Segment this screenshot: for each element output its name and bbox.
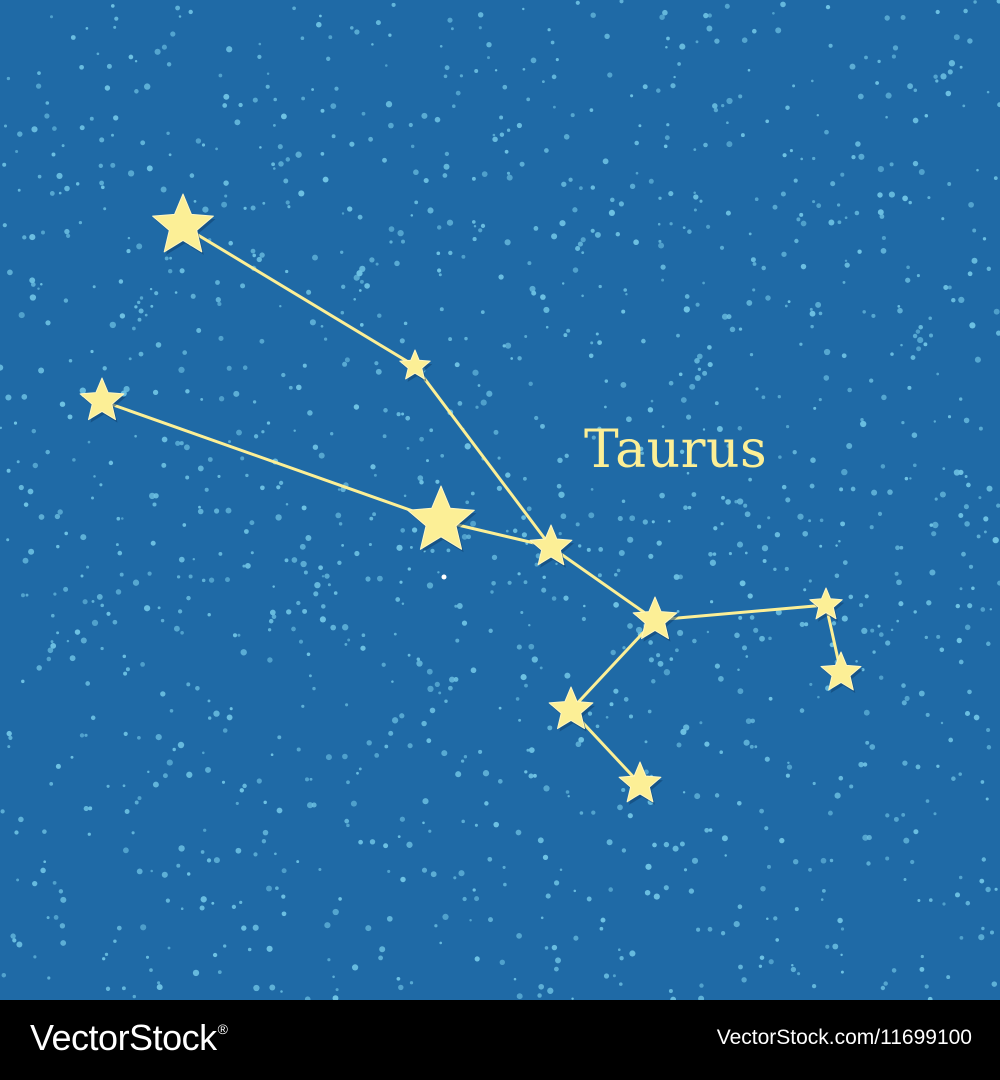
constellation-star — [407, 485, 477, 553]
constellation-line — [181, 224, 417, 368]
constellation-star — [809, 587, 845, 622]
constellation-line — [549, 545, 657, 622]
constellation-stars — [79, 193, 863, 805]
constellation-title: Taurus — [584, 420, 768, 480]
registered-mark: ® — [217, 1021, 228, 1037]
constellation-lines — [100, 224, 843, 786]
night-sky-illustration: Taurus — [0, 0, 1000, 1000]
constellation-star — [152, 193, 216, 255]
small-white-star — [441, 574, 447, 580]
watermark-brand-text: VectorStock — [30, 1017, 217, 1058]
watermark-brand: VectorStock® — [30, 1017, 228, 1059]
background-star-dust — [0, 0, 1000, 1000]
watermark-bar: VectorStock® VectorStock.com/11699100 — [0, 1000, 1000, 1080]
constellation-star — [529, 524, 574, 568]
constellation-star — [79, 377, 126, 423]
constellation-svg — [0, 0, 1000, 1000]
watermark-image-ref: VectorStock.com/11699100 — [716, 1026, 972, 1049]
constellation-line — [100, 399, 443, 523]
constellation-star — [399, 349, 433, 382]
